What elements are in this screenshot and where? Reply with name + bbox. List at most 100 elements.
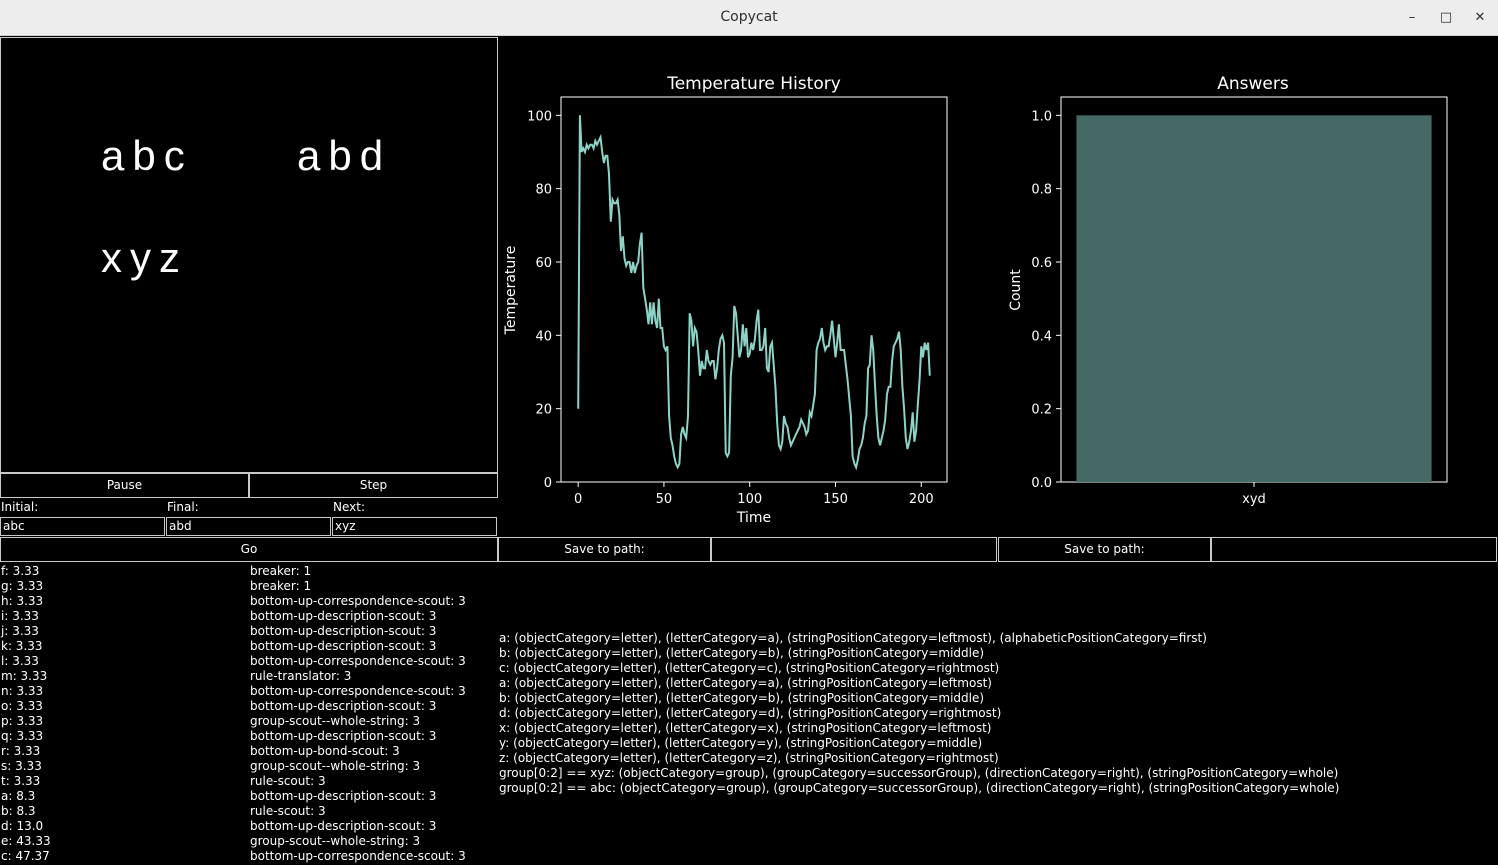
answer-bar [1076, 115, 1432, 483]
final-string: abd [297, 132, 392, 179]
final-input[interactable]: abd [166, 517, 331, 536]
temperature-ytick-label: 40 [535, 329, 552, 344]
description-item: y: (objectCategory=letter), (letterCateg… [499, 736, 983, 750]
initial-label: Initial: [1, 500, 39, 514]
urgency-item: c: 47.37 [1, 849, 50, 863]
temperature-xtick-label: 0 [574, 492, 582, 507]
temperature-series-line [577, 115, 931, 471]
urgency-item: b: 8.3 [1, 804, 36, 818]
next-label: Next: [333, 500, 365, 514]
description-item: b: (objectCategory=letter), (letterCateg… [499, 691, 985, 705]
final-label: Final: [167, 500, 199, 514]
temperature-xlabel: Time [736, 510, 771, 526]
answers-ytick-label: 0.8 [1031, 183, 1052, 198]
codelet-item: breaker: 1 [250, 564, 312, 578]
urgency-item: k: 3.33 [1, 639, 43, 653]
codelet-item: bottom-up-correspondence-scout: 3 [250, 684, 466, 698]
urgency-item: o: 3.33 [1, 699, 43, 713]
step-button[interactable]: Step [249, 473, 498, 498]
answers-ytick-label: 0.0 [1031, 476, 1052, 491]
codelet-item: bottom-up-bond-scout: 3 [250, 744, 400, 758]
answers-chart: Answers 0.0 0.2 0.4 0.6 0.8 1.0 xyd Count [1008, 74, 1448, 507]
codelet-item: rule-scout: 3 [250, 804, 326, 818]
answers-ytick-label: 0.2 [1031, 403, 1052, 418]
urgency-item: l: 3.33 [1, 654, 39, 668]
answers-ylabel: Count [1008, 269, 1024, 311]
codelet-item: rule-scout: 3 [250, 774, 326, 788]
save-answers-button[interactable]: Save to path: [998, 537, 1211, 562]
urgency-item: q: 3.33 [1, 729, 44, 743]
next-input[interactable]: xyz [332, 517, 497, 536]
go-button[interactable]: Go [0, 537, 498, 562]
slipnet-urgency-list: f: 3.33 g: 3.33 h: 3.33 i: 3.33 j: 3.33 k: 3.… [1, 564, 51, 864]
description-item: group[0:2] == xyz: (objectCategory=group… [499, 766, 1339, 780]
codelet-item: bottom-up-description-scout: 3 [250, 609, 437, 623]
codelet-item: rule-translator: 3 [250, 669, 352, 683]
codelet-item: group-scout--whole-string: 3 [250, 759, 421, 773]
temperature-ylabel: Temperature [503, 246, 519, 336]
urgency-item: t: 3.33 [1, 774, 41, 788]
coderack-list: breaker: 1 breaker: 1 bottom-up-correspond… [250, 564, 466, 864]
temperature-chart-title: Temperature History [666, 74, 841, 94]
codelet-item: bottom-up-description-scout: 3 [250, 624, 437, 638]
urgency-item: a: 8.3 [1, 789, 36, 803]
description-item: x: (objectCategory=letter), (letterCateg… [499, 721, 992, 735]
object-descriptions-list: a: (objectCategory=letter), (letterCateg… [499, 631, 1339, 796]
codelet-item: bottom-up-correspondence-scout: 3 [250, 849, 466, 863]
codelet-item: bottom-up-description-scout: 3 [250, 789, 437, 803]
answers-xtick-label: xyd [1242, 492, 1266, 507]
window-title: Copycat [720, 9, 778, 25]
minimize-icon[interactable]: – [1403, 9, 1421, 27]
codelet-item: bottom-up-description-scout: 3 [250, 819, 437, 833]
description-item: d: (objectCategory=letter), (letterCateg… [499, 706, 1002, 720]
target-string: xyz [101, 234, 188, 281]
urgency-item: n: 3.33 [1, 684, 44, 698]
close-icon[interactable]: ✕ [1471, 9, 1489, 27]
save-temperature-path-input[interactable] [711, 537, 997, 562]
answers-ytick-label: 0.6 [1031, 256, 1052, 271]
urgency-item: d: 13.0 [1, 819, 44, 833]
codelet-item: group-scout--whole-string: 3 [250, 714, 421, 728]
description-item: group[0:2] == abc: (objectCategory=group… [499, 781, 1340, 795]
temperature-xtick-label: 50 [656, 492, 673, 507]
answers-ytick-label: 1.0 [1031, 109, 1052, 124]
urgency-item: r: 3.33 [1, 744, 41, 758]
codelet-item: bottom-up-description-scout: 3 [250, 729, 437, 743]
urgency-item: p: 3.33 [1, 714, 44, 728]
urgency-item: f: 3.33 [1, 564, 40, 578]
description-item: a: (objectCategory=letter), (letterCateg… [499, 631, 1207, 645]
initial-input[interactable]: abc [0, 517, 165, 536]
save-temperature-button[interactable]: Save to path: [498, 537, 711, 562]
codelet-item: bottom-up-description-scout: 3 [250, 699, 437, 713]
save-answers-path-input[interactable] [1211, 537, 1497, 562]
maximize-icon[interactable]: □ [1437, 9, 1455, 27]
answers-chart-title: Answers [1217, 74, 1289, 94]
window-titlebar: Copycat – □ ✕ [0, 0, 1498, 36]
codelet-item: bottom-up-correspondence-scout: 3 [250, 594, 466, 608]
temperature-xtick-label: 200 [909, 492, 934, 507]
urgency-item: m: 3.33 [1, 669, 48, 683]
codelet-item: group-scout--whole-string: 3 [250, 834, 421, 848]
urgency-item: e: 43.33 [1, 834, 51, 848]
urgency-item: i: 3.33 [1, 609, 39, 623]
temperature-plot-frame [560, 96, 948, 483]
temperature-ytick-label: 80 [535, 183, 552, 198]
description-item: z: (objectCategory=letter), (letterCateg… [499, 751, 999, 765]
urgency-item: g: 3.33 [1, 579, 44, 593]
initial-string: abc [101, 132, 193, 179]
description-item: a: (objectCategory=letter), (letterCateg… [499, 676, 992, 690]
pause-button[interactable]: Pause [0, 473, 249, 498]
codelet-item: bottom-up-description-scout: 3 [250, 639, 437, 653]
urgency-item: s: 3.33 [1, 759, 42, 773]
temperature-history-chart: Temperature History 0 20 40 60 80 100 0 50 100 1… [503, 74, 948, 526]
description-item: b: (objectCategory=letter), (letterCateg… [499, 646, 985, 660]
temperature-ytick-label: 20 [535, 403, 552, 418]
temperature-xtick-label: 100 [737, 492, 762, 507]
workspace-canvas: abc abd xyz [0, 37, 498, 473]
answers-ytick-label: 0.4 [1031, 329, 1052, 344]
urgency-item: j: 3.33 [1, 624, 39, 638]
temperature-xtick-label: 150 [823, 492, 848, 507]
urgency-item: h: 3.33 [1, 594, 44, 608]
temperature-ytick-label: 60 [535, 256, 552, 271]
codelet-item: bottom-up-correspondence-scout: 3 [250, 654, 466, 668]
